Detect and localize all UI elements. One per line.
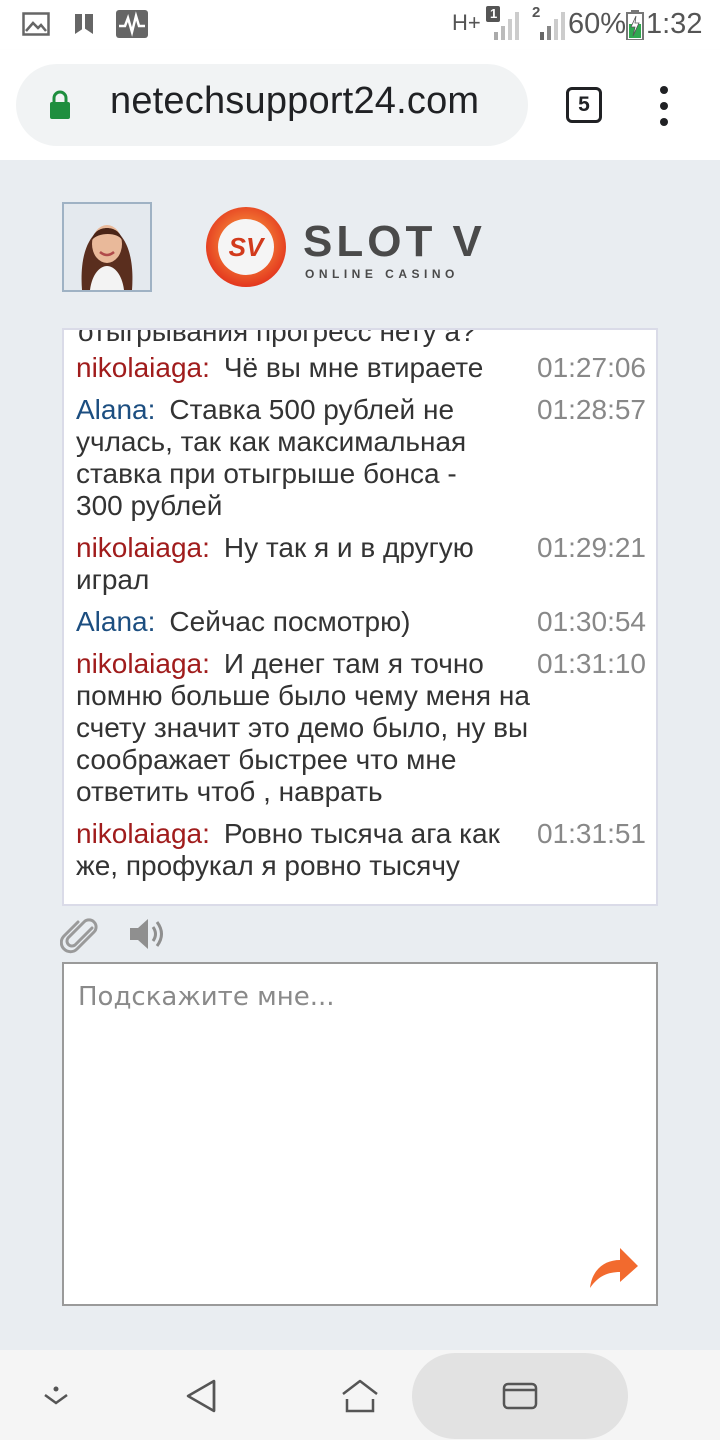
- battery-icon: [626, 10, 644, 40]
- chat-message: 01:31:10 nikolaiaga: И денег там я точно …: [76, 648, 646, 808]
- message-text: Чё вы мне втираете: [223, 352, 484, 383]
- slotv-logo: SV SLOT V ONLINE CASINO: [205, 206, 525, 288]
- sender-name: nikolaiaga:: [76, 648, 210, 679]
- logo-title: SLOT V: [303, 217, 486, 266]
- paperclip-icon[interactable]: [60, 916, 98, 954]
- message-time: 01:31:10: [533, 648, 646, 680]
- message-text-cont: учлась, так как максимальная ставка при …: [76, 426, 467, 521]
- lock-icon: [50, 90, 70, 119]
- sender-name: nikolaiaga:: [76, 352, 210, 383]
- status-bar: H+ 1 2 60% 1:32: [0, 0, 720, 50]
- reply-box: [62, 962, 658, 1306]
- speaker-icon[interactable]: [128, 914, 170, 954]
- message-text-cont: играл: [76, 564, 150, 595]
- sender-name: Alana:: [76, 606, 156, 637]
- chat-message-cut: отыгрывания прогресс нету а?: [78, 328, 476, 347]
- chat-message: 01:29:21 nikolaiaga: Ну так я и в другую …: [76, 532, 646, 596]
- message-time: 01:30:54: [533, 606, 646, 638]
- signal-2-icon: [540, 12, 565, 40]
- tab-switcher-button[interactable]: 5: [566, 87, 602, 123]
- send-arrow-icon[interactable]: [586, 1244, 640, 1290]
- chat-page: SV SLOT V ONLINE CASINO отыгрывания прог…: [0, 160, 720, 1350]
- recents-icon[interactable]: [502, 1382, 538, 1410]
- clock: 1:32: [646, 8, 703, 40]
- browser-menu-button[interactable]: [654, 86, 674, 126]
- image-icon: [22, 12, 50, 36]
- message-input[interactable]: [64, 964, 656, 1304]
- sender-name: nikolaiaga:: [76, 532, 210, 563]
- sender-name: Alana:: [76, 394, 156, 425]
- chat-transcript[interactable]: отыгрывания прогресс нету а? 01:27:06 ni…: [62, 328, 658, 906]
- dot-icon: [660, 86, 668, 94]
- message-text: И денег там я точно: [223, 648, 484, 679]
- sender-name: nikolaiaga:: [76, 818, 210, 849]
- message-time: 01:29:21: [533, 532, 646, 564]
- battery-percent: 60%: [568, 8, 627, 40]
- activity-icon: [116, 10, 148, 38]
- message-text-cont: помню больше было чему меня на счету зна…: [76, 680, 530, 807]
- address-bar[interactable]: netechsupport24.com: [16, 64, 528, 146]
- back-icon[interactable]: [184, 1378, 218, 1414]
- logo-subtitle: ONLINE CASINO: [305, 267, 459, 281]
- keyboard-hide-icon[interactable]: [42, 1386, 70, 1406]
- message-time: 01:31:51: [533, 818, 646, 850]
- message-text-cont: же, профукал я ровно тысячу: [76, 850, 460, 881]
- message-text: Сейчас посмотрю): [169, 606, 411, 637]
- network-type: H+: [452, 10, 481, 35]
- chat-message: 01:31:51 nikolaiaga: Ровно тысяча ага как…: [76, 818, 646, 882]
- browser-toolbar: netechsupport24.com 5: [0, 50, 720, 160]
- message-time: 01:28:57: [533, 394, 646, 426]
- message-text: Ну так я и в другую: [223, 532, 474, 563]
- system-nav-bar: [0, 1350, 720, 1440]
- agent-avatar: [62, 202, 152, 292]
- message-text: Ставка 500 рублей не: [169, 394, 455, 425]
- dot-icon: [660, 118, 668, 126]
- logo-badge: SV: [229, 232, 266, 262]
- dot-icon: [660, 102, 668, 110]
- chat-message: 01:30:54 Alana: Сейчас посмотрю): [76, 606, 646, 638]
- chat-message: 01:27:06 nikolaiaga: Чё вы мне втираете: [76, 352, 646, 384]
- message-text: Ровно тысяча ага как: [223, 818, 500, 849]
- chat-message: 01:28:57 Alana: Ставка 500 рублей не учла…: [76, 394, 646, 522]
- sim1-label: 1: [490, 6, 498, 21]
- url-text: netechsupport24.com: [110, 80, 480, 122]
- bookmark-icon: [75, 14, 93, 34]
- home-icon[interactable]: [340, 1378, 380, 1414]
- message-time: 01:27:06: [533, 352, 646, 384]
